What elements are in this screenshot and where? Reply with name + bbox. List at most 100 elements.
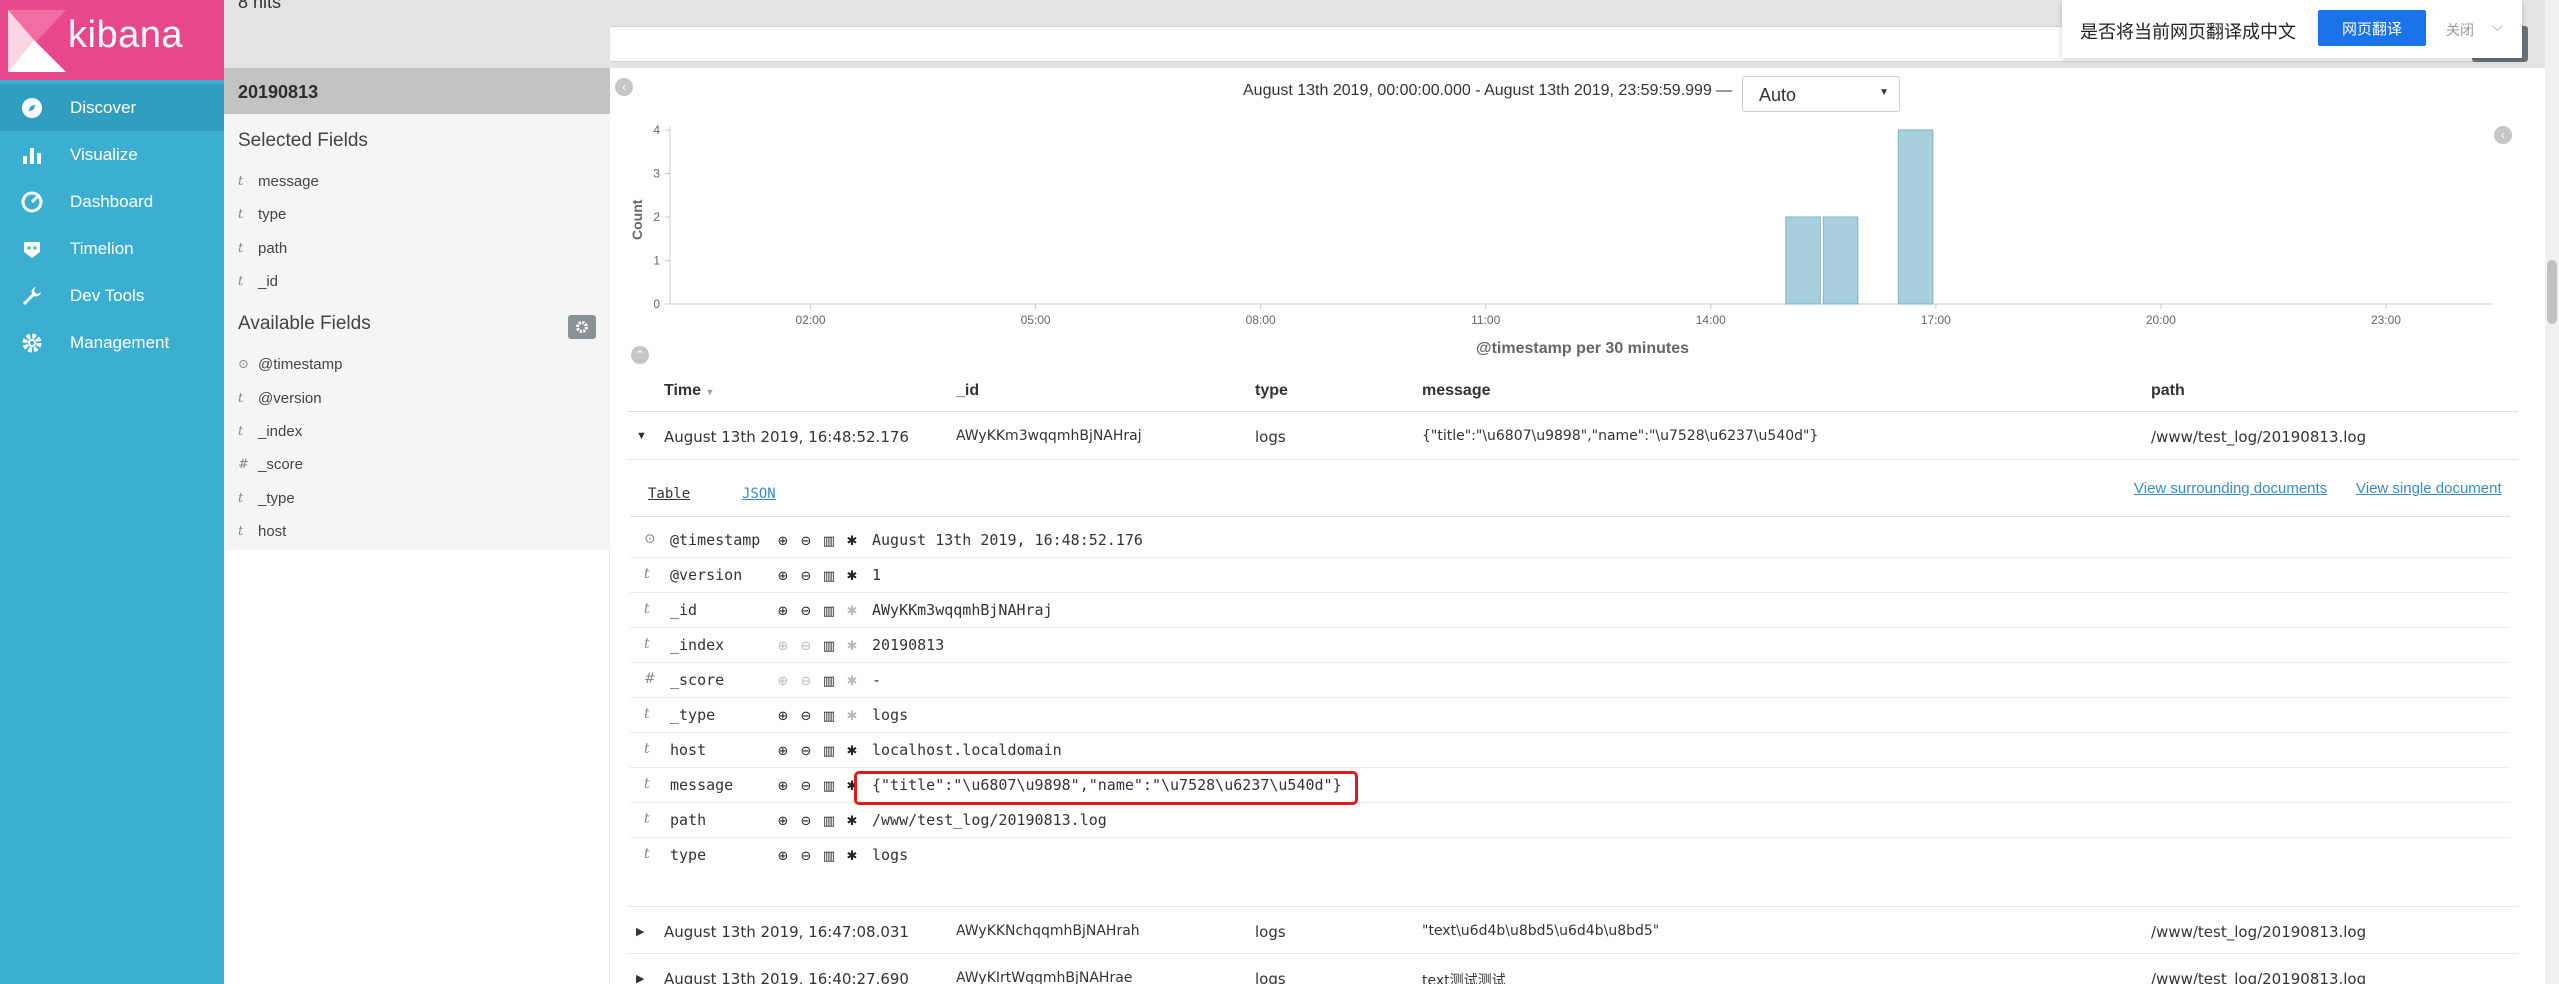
nav-dashboard[interactable]: Dashboard [0,178,224,225]
index-pattern-title[interactable]: 20190813 [224,68,610,114]
filter-exists-icon[interactable]: ✱ [843,812,861,830]
available-field-score[interactable]: # _score [238,456,303,473]
zoom-in-icon[interactable]: ⊕ [774,707,792,725]
field-value: August 13th 2019, 16:48:52.176 [872,531,1143,549]
col-id[interactable]: _id [956,382,979,400]
toggle-column-icon[interactable]: ▥ [820,602,838,620]
nav-dev-tools[interactable]: Dev Tools [0,272,224,319]
time-range-label[interactable]: August 13th 2019, 00:00:00.000 - August … [1243,82,1732,100]
zoom-out-icon[interactable]: ⊖ [797,812,815,830]
clock-icon: ⊙ [238,357,249,372]
detail-row-score: # _score ⊕ ⊖ ▥ ✱ - [630,663,2510,698]
tab-table[interactable]: Table [648,482,690,506]
timelion-icon [20,237,44,261]
interval-select[interactable]: Auto ▼ [1742,76,1900,112]
string-type-icon: t [644,601,650,617]
zoom-out-icon[interactable]: ⊖ [797,707,815,725]
zoom-out-icon[interactable]: ⊖ [797,777,815,795]
zoom-in-icon[interactable]: ⊕ [774,777,792,795]
toggle-chart-icon[interactable]: ⌃ [631,346,649,364]
available-field-host[interactable]: t host [238,523,286,540]
zoom-out-icon[interactable]: ⊖ [797,567,815,585]
bars [1785,129,1934,305]
table-row[interactable]: ▶ August 13th 2019, 16:47:08.031 AWyKKNc… [628,906,2518,954]
filter-exists-icon[interactable]: ✱ [843,567,861,585]
kibana-logo[interactable]: kibana [0,0,224,80]
filter-exists-icon[interactable]: ✱ [843,847,861,865]
zoom-out-icon[interactable]: ⊖ [797,532,815,550]
view-surrounding-link[interactable]: View surrounding documents [2134,480,2327,497]
toggle-column-icon[interactable]: ▥ [820,637,838,655]
vertical-scrollbar[interactable] [2545,0,2559,984]
scrollbar-thumb[interactable] [2547,260,2557,324]
zoom-in-icon[interactable]: ⊕ [774,742,792,760]
detail-row-index: t _index ⊕ ⊖ ▥ ✱ 20190813 [630,628,2510,663]
toggle-column-icon[interactable]: ▥ [820,812,838,830]
nav-visualize[interactable]: Visualize [0,131,224,178]
table-row[interactable]: ▶ August 13th 2019, 16:40:27.690 AWyKIrt… [628,954,2518,984]
sort-down-icon[interactable]: ▼ [706,387,715,397]
cell-path: /www/test_log/20190813.log [2151,923,2367,941]
translate-close-button[interactable]: 关闭 [2446,20,2474,40]
zoom-in-icon[interactable]: ⊕ [774,812,792,830]
col-message[interactable]: message [1422,382,1491,400]
selected-field-path[interactable]: t path [238,240,287,257]
caret-right-icon[interactable]: ▶ [636,972,644,984]
toggle-column-icon[interactable]: ▥ [820,532,838,550]
selected-field-id[interactable]: t _id [238,273,278,290]
caret-right-icon[interactable]: ▶ [636,925,644,938]
zoom-in-icon[interactable]: ⊕ [774,847,792,865]
translate-button[interactable]: 网页翻译 [2318,10,2426,46]
caret-down-icon[interactable]: ▼ [636,430,647,442]
nav-discover[interactable]: Discover [0,84,224,131]
field-name: @version [258,390,322,407]
toggle-column-icon[interactable]: ▥ [820,707,838,725]
filter-exists-icon: ✱ [846,673,858,688]
app-name: kibana [68,14,183,56]
cell-path: /www/test_log/20190813.log [2151,428,2367,446]
toggle-column-icon[interactable]: ▥ [820,672,838,690]
collapse-sidebar-icon[interactable]: ‹ [615,78,633,96]
string-type-icon: t [644,706,650,722]
zoom-out-icon: ⊖ [800,638,812,653]
field-settings-button[interactable] [568,315,596,339]
field-sidebar: 8 hits 20190813 Selected Fields t message… [224,0,610,984]
filter-exists-icon: ✱ [846,638,858,653]
zoom-out-icon[interactable]: ⊖ [797,602,815,620]
col-path[interactable]: path [2151,382,2185,400]
selected-field-message[interactable]: t message [238,173,319,190]
zoom-in-icon[interactable]: ⊕ [774,602,792,620]
string-type-icon: t [644,846,650,862]
tab-json[interactable]: JSON [742,482,776,506]
zoom-in-icon[interactable]: ⊕ [774,567,792,585]
table-row[interactable]: ▼ August 13th 2019, 16:48:52.176 AWyKKm3… [628,412,2518,460]
selected-field-type[interactable]: t type [238,206,286,223]
filter-exists-icon: ✱ [846,708,858,723]
available-field-index[interactable]: t _index [238,423,302,440]
cell-id: AWyKKNchqqmhBjNAHrah [956,923,1140,939]
field-name: @timestamp [258,356,343,373]
hits-count: 8 hits [238,0,282,12]
zoom-out-icon[interactable]: ⊖ [797,847,815,865]
col-type[interactable]: type [1255,382,1288,400]
chevron-down-icon[interactable]: ⌵ [2492,18,2503,35]
view-single-link[interactable]: View single document [2356,480,2502,497]
zoom-in-icon[interactable]: ⊕ [774,532,792,550]
toggle-column-icon[interactable]: ▥ [820,742,838,760]
toggle-column-icon[interactable]: ▥ [820,567,838,585]
x-tick-label: 05:00 [1021,313,1051,325]
available-field-version[interactable]: t @version [238,390,322,407]
available-field-type[interactable]: t _type [238,490,295,507]
nav-timelion[interactable]: Timelion [0,225,224,272]
toggle-column-icon[interactable]: ▥ [820,777,838,795]
nav-management[interactable]: Management [0,319,224,366]
x-tick-label: 02:00 [796,313,826,325]
available-field-timestamp[interactable]: ⊙ @timestamp [238,356,342,373]
toggle-column-icon[interactable]: ▥ [820,847,838,865]
col-time[interactable]: Time ▼ [664,382,714,400]
zoom-out-icon[interactable]: ⊖ [797,742,815,760]
field-name: _type [258,490,295,507]
filter-exists-icon[interactable]: ✱ [843,532,861,550]
cell-time: August 13th 2019, 16:48:52.176 [664,428,909,446]
filter-exists-icon[interactable]: ✱ [843,742,861,760]
